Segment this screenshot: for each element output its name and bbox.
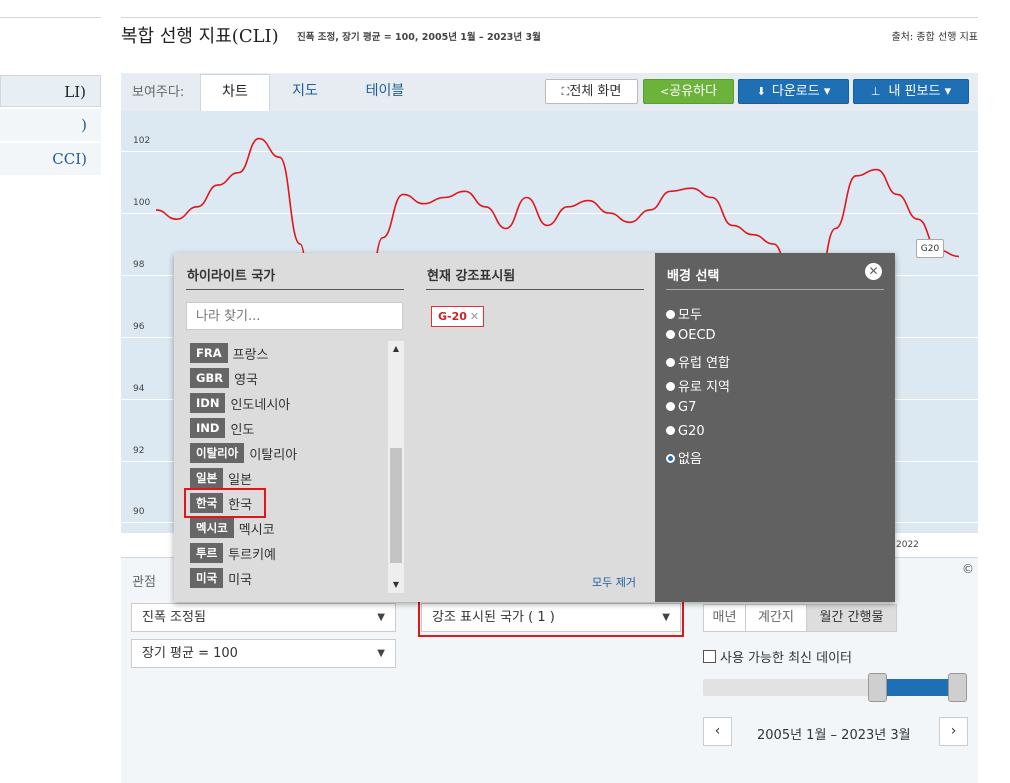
copyright-symbol: © bbox=[962, 562, 974, 576]
background-option-euro-area[interactable]: 유로 지역 bbox=[666, 376, 730, 395]
country-item-ita[interactable]: 이탈리아이탈리아 bbox=[190, 443, 297, 465]
dashboard-button[interactable]: ⊥내 핀보드 ▾ bbox=[853, 79, 969, 104]
header-underline bbox=[666, 289, 884, 290]
chevron-left-icon: ‹ bbox=[715, 723, 721, 739]
download-button[interactable]: ⬇다운로드 ▾ bbox=[738, 79, 849, 104]
background-option-all[interactable]: 모두 bbox=[666, 304, 702, 323]
remove-all-link[interactable]: 모두 제거 bbox=[592, 574, 636, 590]
header-divider bbox=[121, 17, 978, 18]
next-period-button[interactable]: › bbox=[939, 717, 968, 746]
country-search-input[interactable] bbox=[186, 302, 403, 330]
country-item-gbr[interactable]: GBR영국 bbox=[190, 368, 258, 390]
long-term-average-select[interactable]: 장기 평균 = 100▼ bbox=[131, 639, 396, 668]
share-button[interactable]: <공유하다 bbox=[643, 79, 734, 104]
country-item-mex[interactable]: 멕시코멕시코 bbox=[190, 518, 275, 540]
tab-chart[interactable]: 차트 bbox=[200, 74, 270, 111]
country-item-usa[interactable]: 미국미국 bbox=[190, 568, 252, 590]
country-item-idn[interactable]: IDN인도네시아 bbox=[190, 393, 290, 415]
country-item-ind[interactable]: IND인도 bbox=[190, 418, 254, 440]
page-subtitle: 진폭 조정, 장기 평균 = 100, 2005년 1월 – 2023년 3월 bbox=[297, 29, 541, 43]
slider-start-handle[interactable] bbox=[868, 673, 887, 702]
frequency-annual-button[interactable]: 매년 bbox=[703, 604, 746, 632]
x-tick-label: 2022 bbox=[896, 540, 919, 550]
close-icon[interactable]: ✕ bbox=[865, 263, 882, 280]
chevron-right-icon: › bbox=[951, 723, 957, 739]
slider-end-handle[interactable] bbox=[948, 673, 967, 702]
amplitude-select[interactable]: 진폭 조정됨▼ bbox=[131, 603, 396, 632]
time-range-selection bbox=[878, 679, 956, 696]
background-select-header: 배경 선택 bbox=[667, 265, 719, 284]
frequency-monthly-button[interactable]: 월간 간행물 bbox=[806, 604, 897, 632]
show-label: 보여주다: bbox=[132, 81, 184, 100]
background-option-g7[interactable]: G7 bbox=[666, 400, 696, 415]
share-icon: < bbox=[660, 85, 669, 98]
date-range-label: 2005년 1월 – 2023년 3월 bbox=[757, 724, 911, 743]
header-underline bbox=[186, 289, 404, 290]
source-label: 출처: 종합 선행 지표 bbox=[891, 28, 978, 43]
background-option-none[interactable]: 없음 bbox=[666, 448, 702, 467]
background-option-oecd[interactable]: OECD bbox=[666, 328, 716, 343]
radio-icon bbox=[666, 330, 675, 339]
pin-icon: ⊥ bbox=[871, 85, 881, 98]
highlight-countries-header: 하이라이트 국가 bbox=[187, 265, 275, 284]
tab-map[interactable]: 지도 bbox=[272, 74, 338, 111]
download-icon: ⬇ bbox=[757, 85, 766, 98]
scroll-up-icon[interactable]: ▲ bbox=[388, 341, 404, 357]
tab-table[interactable]: 테이블 bbox=[350, 74, 420, 111]
radio-icon bbox=[666, 402, 675, 411]
radio-icon bbox=[666, 310, 675, 319]
sidebar-item-cci[interactable]: CCI) bbox=[0, 143, 101, 175]
sidebar-item-2[interactable]: ) bbox=[0, 109, 101, 141]
frequency-quarterly-button[interactable]: 계간지 bbox=[745, 604, 807, 632]
highlight-annotation-box bbox=[418, 600, 684, 637]
sidebar-item-label: LI) bbox=[64, 76, 86, 107]
sidebar-divider bbox=[0, 17, 101, 18]
perspective-label: 관점 bbox=[132, 571, 156, 590]
page-title: 복합 선행 지표(CLI) bbox=[121, 22, 279, 48]
sidebar-item-cli[interactable]: LI) bbox=[0, 75, 101, 107]
radio-selected-icon bbox=[666, 454, 675, 463]
sidebar-item-label: ) bbox=[81, 109, 87, 141]
country-item-tur[interactable]: 투르투르키예 bbox=[190, 543, 276, 565]
scroll-down-icon[interactable]: ▼ bbox=[388, 577, 404, 593]
latest-data-checkbox[interactable]: 사용 가능한 최신 데이터 bbox=[703, 647, 852, 666]
dropdown-arrow-icon: ▼ bbox=[377, 640, 385, 667]
highlighted-chip-g20[interactable]: G-20✕ bbox=[431, 306, 484, 327]
scrollbar-thumb[interactable] bbox=[390, 448, 402, 563]
previous-period-button[interactable]: ‹ bbox=[703, 717, 732, 746]
current-highlighted-header: 현재 강조표시됨 bbox=[427, 265, 515, 284]
background-option-eu[interactable]: 유럽 연합 bbox=[666, 352, 730, 371]
radio-icon bbox=[666, 426, 675, 435]
country-list: FRA프랑스 GBR영국 IDN인도네시아 IND인도 이탈리아이탈리아 일본일… bbox=[186, 341, 404, 593]
dropdown-arrow-icon: ▼ bbox=[377, 604, 385, 631]
fullscreen-button[interactable]: ⛶전체 화면 bbox=[545, 79, 638, 104]
country-item-jpn[interactable]: 일본일본 bbox=[190, 468, 252, 490]
remove-chip-icon[interactable]: ✕ bbox=[470, 310, 479, 323]
sidebar-item-label: CCI) bbox=[52, 143, 87, 175]
radio-icon bbox=[666, 382, 675, 391]
country-item-fra[interactable]: FRA프랑스 bbox=[190, 343, 269, 365]
series-end-label: G20 bbox=[916, 239, 944, 258]
background-option-g20[interactable]: G20 bbox=[666, 424, 705, 439]
header-underline bbox=[426, 289, 644, 290]
checkbox-icon bbox=[703, 650, 716, 663]
korea-annotation-box bbox=[184, 488, 266, 518]
radio-icon bbox=[666, 358, 675, 367]
